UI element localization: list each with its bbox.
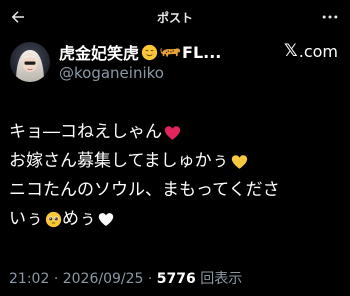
tweet-line-text: めぅ: [62, 209, 96, 229]
tweet-line: ニコたんのソウル、まもってくださ: [9, 176, 345, 205]
more-button[interactable]: [318, 5, 342, 29]
meta-separator: ·: [53, 271, 59, 287]
author-handle[interactable]: @koganeiniko: [59, 64, 164, 82]
leopard-icon: [160, 44, 182, 61]
pleading-face-icon: [45, 211, 62, 228]
top-bar: ポスト: [0, 0, 350, 34]
tweet-line: お嫁さん募集してましゅかぅ: [9, 147, 345, 176]
yellow-heart-icon: [231, 154, 248, 170]
views-count[interactable]: 5776: [157, 271, 196, 287]
tweet-date[interactable]: 2026/09/25: [63, 271, 144, 287]
avatar[interactable]: [10, 42, 50, 82]
views-label: 回表示: [200, 271, 243, 287]
meta-separator: ·: [147, 271, 153, 287]
tweet-line-text: お嫁さん募集してましゅかぅ: [9, 151, 229, 171]
display-name-suffix: FL...: [182, 42, 222, 62]
page-title: ポスト: [156, 11, 193, 25]
tweet-text: キョ―コねえしゃん お嫁さん募集してましゅかぅ ニコたんのソウル、まもってくださ…: [9, 118, 345, 234]
white-heart-icon: [98, 212, 114, 227]
tweet-line: いぅ めぅ: [9, 205, 345, 234]
author-display-name[interactable]: 虎金妃笑虎 FL...: [59, 40, 221, 64]
source-label: .com: [298, 41, 338, 61]
red-heart-icon: [164, 125, 181, 141]
relieved-face-icon: [141, 44, 158, 61]
tweet-meta: 21:02 · 2026/09/25 · 5776 回表示: [9, 268, 242, 288]
display-name-text: 虎金妃笑虎: [59, 44, 140, 63]
tweet-line: キョ―コねえしゃん: [9, 118, 345, 147]
tweet-line-text: いぅ: [9, 209, 43, 229]
more-horizontal-icon: [322, 15, 338, 19]
x-com-badge: 𝕏 .com: [284, 41, 338, 61]
tweet-line-text: キョ―コねえしゃん: [9, 122, 162, 142]
x-logo-icon: 𝕏: [284, 41, 298, 61]
avatar-image: [10, 42, 50, 82]
tweet-time[interactable]: 21:02: [9, 271, 49, 287]
tweet-line-text: ニコたんのソウル、まもってくださ: [9, 180, 280, 200]
